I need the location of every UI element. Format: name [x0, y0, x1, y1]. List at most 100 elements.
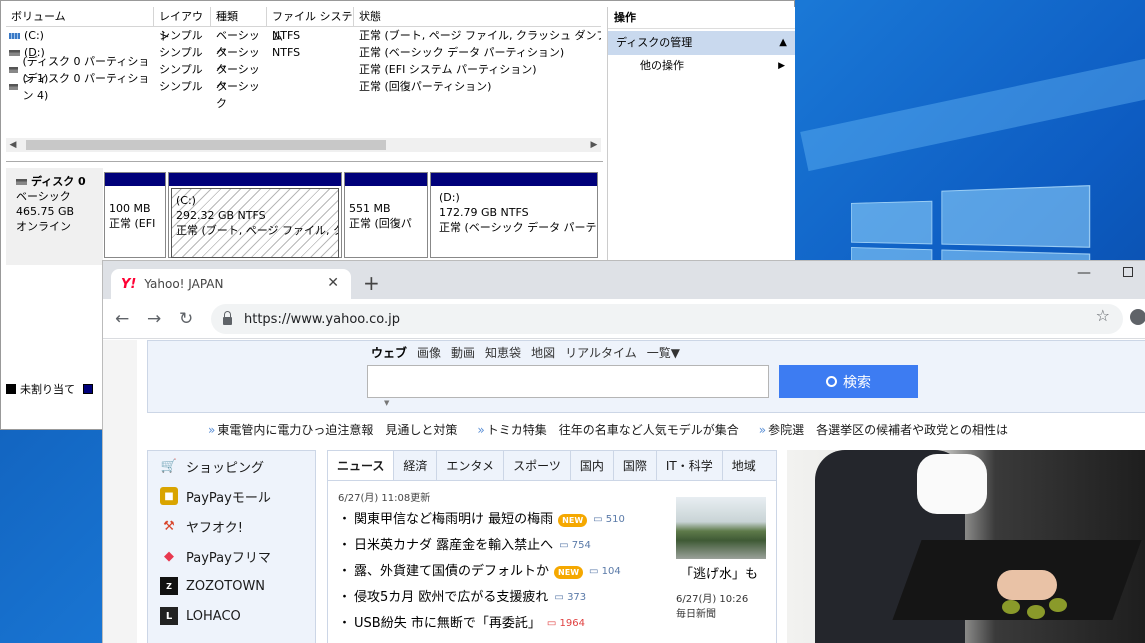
service-lohaco[interactable]: L LOHACO [148, 601, 315, 631]
service-label: PayPayフリマ [186, 550, 271, 566]
feature-source: 毎日新聞 [676, 609, 716, 620]
lock-icon[interactable] [223, 311, 232, 325]
partition-block[interactable]: 551 MB 正常 (回復パ [344, 172, 428, 258]
feature-caption[interactable]: 「逃げ水」も [680, 563, 758, 582]
search-button[interactable]: 検索 [779, 365, 918, 398]
news-tab[interactable]: エンタメ [437, 451, 505, 480]
topic-link[interactable]: » 東電管内に電力ひっ迫注意報 見通しと対策 [208, 421, 457, 438]
search-tab[interactable]: リアルタイム [565, 344, 637, 361]
forward-icon[interactable]: → [147, 309, 161, 329]
partition-status: 正常 (ブート, ページ ファイル, クラッシ [176, 224, 338, 237]
volume-row[interactable]: (C:) シンプル ベーシック NTFS 正常 (ブート, ページ ファイル, … [6, 27, 601, 59]
search-tab[interactable]: 地図 [531, 344, 555, 361]
browser-tab[interactable]: Y! Yahoo! JAPAN ✕ [111, 269, 351, 299]
news-headline: 露、外貨建て国債のデフォルトか [354, 564, 550, 579]
photo-kiwi [1027, 605, 1045, 619]
disk-info[interactable]: ディスク 0 ベーシック 465.75 GB オンライン [6, 168, 103, 265]
photo-hand [997, 570, 1057, 600]
partition-label: (C:) [176, 194, 196, 207]
comment-icon: ▭ [589, 566, 599, 577]
search-tab[interactable]: ウェブ [371, 344, 407, 361]
drive-icon [9, 66, 19, 73]
new-tab-icon[interactable]: + [363, 273, 380, 293]
partition-block[interactable]: (D:) 172.79 GB NTFS 正常 (ベーシック データ パーティシ [430, 172, 598, 258]
news-tab[interactable]: 経済 [394, 451, 438, 480]
scroll-left-icon[interactable]: ◀ [6, 138, 20, 152]
scroll-thumb[interactable] [26, 140, 386, 150]
lohaco-logo-icon: L [160, 607, 178, 625]
maximize-icon[interactable] [1123, 267, 1133, 277]
volume-status: 正常 (EFI システム パーティション) [359, 63, 537, 76]
double-chevron-icon: » [758, 423, 767, 437]
comment-count: ▭ 510 [593, 514, 625, 525]
partition-size: 100 MB [109, 202, 151, 215]
partition-block[interactable]: 100 MB 正常 (EFI [104, 172, 166, 258]
actions-title: 操作 [608, 7, 795, 29]
volume-status: 正常 (ベーシック データ パーティション) [359, 46, 565, 59]
topic-text: トミカ特集 往年の名車など人気モデルが集合 [486, 423, 739, 437]
search-tab[interactable]: 動画 [451, 344, 475, 361]
news-tab[interactable]: 国内 [571, 451, 614, 480]
news-tab[interactable]: 地域 [723, 451, 765, 480]
news-tab[interactable]: 国際 [614, 451, 657, 480]
service-label: PayPayモール [186, 490, 271, 506]
shopping-cart-icon: 🛒 [160, 458, 178, 474]
close-tab-icon[interactable]: ✕ [327, 275, 339, 291]
news-headline: 日米英カナダ 露産金を輸入禁止へ [354, 538, 554, 553]
minimize-icon[interactable]: — [1077, 265, 1091, 281]
search-tab[interactable]: 一覧▼ [647, 344, 680, 361]
collapse-icon[interactable]: ▲ [779, 31, 787, 55]
address-bar[interactable]: https://www.yahoo.co.jp [211, 304, 1123, 334]
topic-text: 参院選 各選挙区の候補者や政党との相性は [768, 423, 1008, 437]
search-tab[interactable]: 知恵袋 [485, 344, 521, 361]
double-chevron-icon: » [477, 423, 485, 437]
service-yahuoku[interactable]: ⚒ ヤフオク! [148, 511, 315, 541]
column-status[interactable]: 状態 [354, 7, 601, 27]
profile-avatar-icon[interactable] [1130, 309, 1145, 325]
volume-layout: シンプル [159, 80, 203, 93]
column-volume[interactable]: ボリューム [6, 7, 154, 27]
search-category-tabs: ウェブ 画像 動画 知恵袋 地図 リアルタイム 一覧▼ [371, 344, 680, 361]
browser-toolbar: ← → ↻ https://www.yahoo.co.jp ☆ [103, 299, 1145, 339]
ad-photo[interactable] [787, 450, 1145, 643]
volume-status: 正常 (回復パーティション) [359, 80, 492, 93]
partition-status: 正常 (回復パ [349, 217, 412, 230]
search-tab[interactable]: 画像 [417, 344, 441, 361]
column-filesystem[interactable]: ファイル システム [267, 7, 354, 43]
service-zozotown[interactable]: Z ZOZOTOWN [148, 571, 315, 601]
news-thumbnail[interactable] [676, 497, 766, 559]
service-paypay-mall[interactable]: ■ PayPayモール [148, 481, 315, 511]
disk-type: ベーシック [16, 190, 71, 203]
volume-fs [267, 61, 354, 78]
section-label: ディスクの管理 [616, 36, 693, 49]
scroll-right-icon[interactable]: ▶ [587, 138, 601, 152]
service-shopping[interactable]: 🛒 ショッピング [148, 451, 315, 481]
horizontal-scrollbar[interactable]: ◀ ▶ [6, 138, 601, 152]
news-headline: 侵攻5カ月 欧州で広がる支援疲れ [354, 590, 549, 605]
photo-sleeve [917, 454, 987, 514]
service-label: ヤフオク! [186, 520, 243, 536]
service-paypay-flea[interactable]: ◆ PayPayフリマ [148, 541, 315, 571]
partition-block[interactable]: (C:) 292.32 GB NTFS 正常 (ブート, ページ ファイル, ク… [168, 172, 342, 258]
news-tab[interactable]: スポーツ [504, 451, 571, 480]
volume-name: (ディスク 0 パーティション 4) [22, 71, 150, 102]
comment-icon: ▭ [546, 618, 557, 629]
more-actions-item[interactable]: 他の操作 ▶ [608, 55, 795, 77]
search-area: ウェブ 画像 動画 知恵袋 地図 リアルタイム 一覧▼ ▼ 検索 [147, 340, 1145, 413]
search-input[interactable] [367, 365, 769, 398]
news-tab[interactable]: IT・科学 [657, 451, 723, 480]
topic-link[interactable]: » 参院選 各選挙区の候補者や政党との相性は [759, 421, 1008, 438]
volume-row[interactable]: (ディスク 0 パーティション 4) シンプル ベーシック 正常 (回復パーティ… [6, 72, 601, 110]
bookmark-star-icon[interactable]: ☆ [1096, 306, 1110, 325]
reload-icon[interactable]: ↻ [179, 309, 193, 329]
search-dropdown-icon[interactable]: ▼ [384, 399, 389, 407]
topic-link[interactable]: » トミカ特集 往年の名車など人気モデルが集合 [477, 421, 738, 438]
comment-icon: ▭ [559, 540, 569, 551]
actions-section-disk-management[interactable]: ディスクの管理 ▲ [608, 31, 795, 55]
news-tab[interactable]: ニュース [328, 451, 395, 480]
zozo-logo-icon: Z [160, 577, 178, 595]
news-headline: USB紛失 市に無断で「再委託」 [354, 616, 541, 631]
column-type[interactable]: 種類 [211, 7, 267, 27]
back-icon[interactable]: ← [115, 309, 129, 329]
column-layout[interactable]: レイアウト [154, 7, 211, 43]
